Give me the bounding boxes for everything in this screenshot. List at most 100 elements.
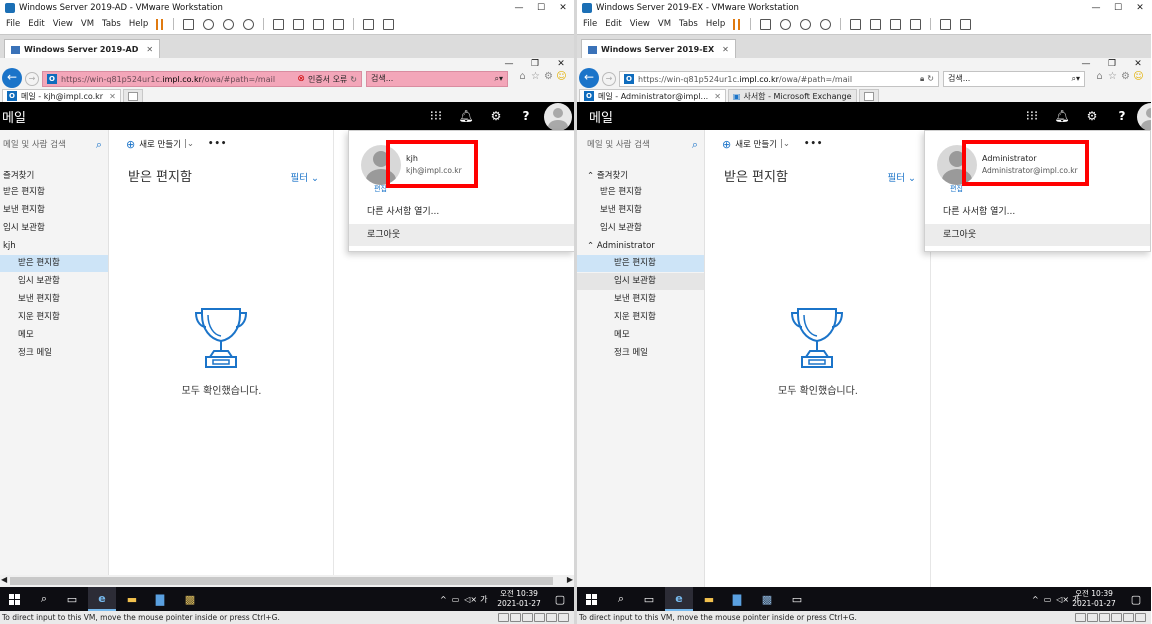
cd-icon[interactable] <box>510 613 521 622</box>
chevron-down-icon[interactable]: |⌄ <box>780 139 790 149</box>
scroll-thumb[interactable] <box>10 577 553 585</box>
mail-search[interactable]: 메일 및 사람 검색 ⌕ <box>577 135 704 155</box>
close-icon[interactable]: ✕ <box>1125 58 1151 70</box>
network-icon[interactable]: ▭ <box>1044 595 1052 604</box>
unity-icon[interactable] <box>910 18 922 30</box>
search-icon[interactable]: ⌕ <box>607 587 635 611</box>
back-button[interactable]: ← <box>579 68 599 88</box>
send-ctrl-alt-del-icon[interactable] <box>183 18 195 30</box>
favorite-sent[interactable]: 보낸 편지함 <box>577 202 704 219</box>
settings-gear-icon[interactable]: ⚙ <box>542 71 555 82</box>
avatar[interactable] <box>544 103 572 131</box>
account-header[interactable]: ⌃ Administrator <box>577 238 704 255</box>
refresh-icon[interactable]: ↻ <box>927 74 934 84</box>
cd-icon[interactable] <box>1087 613 1098 622</box>
open-other-mailbox[interactable]: 다른 사서함 열기... <box>349 202 574 222</box>
powershell-icon[interactable]: ▭ <box>783 587 811 611</box>
settings-gear-icon[interactable]: ⚙ <box>1077 102 1107 130</box>
search-box[interactable]: 검색... ⌕▾ <box>943 71 1085 87</box>
favorite-inbox[interactable]: 받은 편지함 <box>0 184 108 201</box>
network-adapter-icon[interactable] <box>522 613 533 622</box>
minimize-icon[interactable]: — <box>496 58 522 70</box>
menu-vm[interactable]: VM <box>81 19 94 29</box>
stretch-icon[interactable] <box>383 18 395 30</box>
start-button[interactable] <box>0 587 28 611</box>
account-header[interactable]: kjh <box>0 238 108 255</box>
filter-button[interactable]: 필터 ⌄ <box>888 170 916 184</box>
cert-error-label[interactable]: 인증서 오류 <box>308 74 347 85</box>
address-bar[interactable]: O https://win-q81p524ur1c. impl.co.kr/owa… <box>42 71 362 87</box>
refresh-icon[interactable]: ↻ <box>350 75 357 84</box>
close-icon[interactable]: ✕ <box>1129 0 1151 16</box>
display-icon[interactable] <box>558 613 569 622</box>
menu-view[interactable]: View <box>630 19 650 29</box>
notification-bell-icon[interactable]: 🔔︎ <box>1047 102 1077 130</box>
favorite-inbox[interactable]: 받은 편지함 <box>577 184 704 201</box>
menu-help[interactable]: Help <box>129 19 148 29</box>
hdd-icon[interactable] <box>498 613 509 622</box>
scroll-left-icon[interactable]: ◀ <box>1 575 7 584</box>
folder-junk[interactable]: 정크 메일 <box>577 345 704 362</box>
search-icon[interactable]: ⌕▾ <box>495 72 504 86</box>
home-icon[interactable]: ⌂ <box>1093 71 1106 82</box>
new-tab-button[interactable] <box>122 89 143 102</box>
start-button[interactable] <box>577 587 605 611</box>
menu-tabs[interactable]: Tabs <box>679 19 698 29</box>
thumbnail-view-icon[interactable] <box>293 18 305 30</box>
folder-drafts[interactable]: 임시 보관함 <box>0 273 108 290</box>
show-hidden-icons[interactable]: ^ <box>1032 595 1039 604</box>
more-options-icon[interactable]: ••• <box>804 139 823 149</box>
logout-button[interactable]: 로그아웃 <box>349 224 574 246</box>
chevron-down-icon[interactable]: |⌄ <box>184 139 194 149</box>
console-view-icon[interactable] <box>363 18 375 30</box>
stretch-icon[interactable] <box>960 18 972 30</box>
notification-center-icon[interactable]: ▢ <box>1122 587 1150 611</box>
search-icon[interactable]: ⌕ <box>30 587 58 611</box>
pause-icon[interactable] <box>733 18 741 30</box>
minimize-icon[interactable]: — <box>1073 58 1099 70</box>
library-view-icon[interactable] <box>273 18 285 30</box>
exchange-management-icon[interactable]: ▩ <box>753 587 781 611</box>
internet-explorer-icon[interactable]: e <box>88 587 116 611</box>
server-manager-icon[interactable]: ▇ <box>146 587 174 611</box>
settings-gear-icon[interactable]: ⚙ <box>1119 71 1132 82</box>
notification-center-icon[interactable]: ▢ <box>546 587 574 611</box>
console-view-icon[interactable] <box>940 18 952 30</box>
revert-snapshot-icon[interactable] <box>800 18 812 30</box>
menu-file[interactable]: File <box>6 19 20 29</box>
folder-deleted[interactable]: 지운 편지함 <box>0 309 108 326</box>
folder-deleted[interactable]: 지운 편지함 <box>577 309 704 326</box>
help-icon[interactable]: ? <box>511 102 541 130</box>
folder-junk[interactable]: 정크 메일 <box>0 345 108 362</box>
home-icon[interactable]: ⌂ <box>516 71 529 82</box>
close-icon[interactable]: ✕ <box>548 58 574 70</box>
app-launcher-icon[interactable]: ⁝⁝⁝ <box>421 102 451 130</box>
sound-icon[interactable] <box>1123 613 1134 622</box>
page-tab-exchange[interactable]: ▣ 사서함 - Microsoft Exchange <box>727 89 857 102</box>
page-tab-mail[interactable]: O 메일 - Administrator@impl... ✕ <box>579 89 726 102</box>
sound-icon[interactable] <box>546 613 557 622</box>
restore-icon[interactable]: ❐ <box>1099 58 1125 70</box>
menu-file[interactable]: File <box>583 19 597 29</box>
menu-edit[interactable]: Edit <box>28 19 44 29</box>
menu-tabs[interactable]: Tabs <box>102 19 121 29</box>
favorites-header[interactable]: ⌃ 즐겨찾기 <box>577 168 704 185</box>
restore-icon[interactable]: ❐ <box>522 58 548 70</box>
menu-help[interactable]: Help <box>706 19 725 29</box>
scroll-right-icon[interactable]: ▶ <box>567 575 573 584</box>
edit-photo-link[interactable]: 편집 <box>374 184 387 194</box>
file-explorer-icon[interactable]: ▬ <box>118 587 146 611</box>
lock-icon[interactable]: 🔒︎ <box>920 74 924 84</box>
folder-sent[interactable]: 보낸 편지함 <box>0 291 108 308</box>
internet-explorer-icon[interactable]: e <box>665 587 693 611</box>
network-adapter-icon[interactable] <box>1099 613 1110 622</box>
menu-vm[interactable]: VM <box>658 19 671 29</box>
vm-tab[interactable]: Windows Server 2019-EX ✕ <box>581 39 736 59</box>
address-bar[interactable]: O https://win-q81p524ur1c. impl.co.kr/owa… <box>619 71 939 87</box>
snapshot-icon[interactable] <box>203 18 215 30</box>
ime-icon[interactable]: 가 <box>480 594 487 605</box>
file-explorer-icon[interactable]: ▬ <box>695 587 723 611</box>
settings-gear-icon[interactable]: ⚙ <box>481 102 511 130</box>
favorites-star-icon[interactable]: ☆ <box>529 71 542 82</box>
snapshot-icon[interactable] <box>780 18 792 30</box>
